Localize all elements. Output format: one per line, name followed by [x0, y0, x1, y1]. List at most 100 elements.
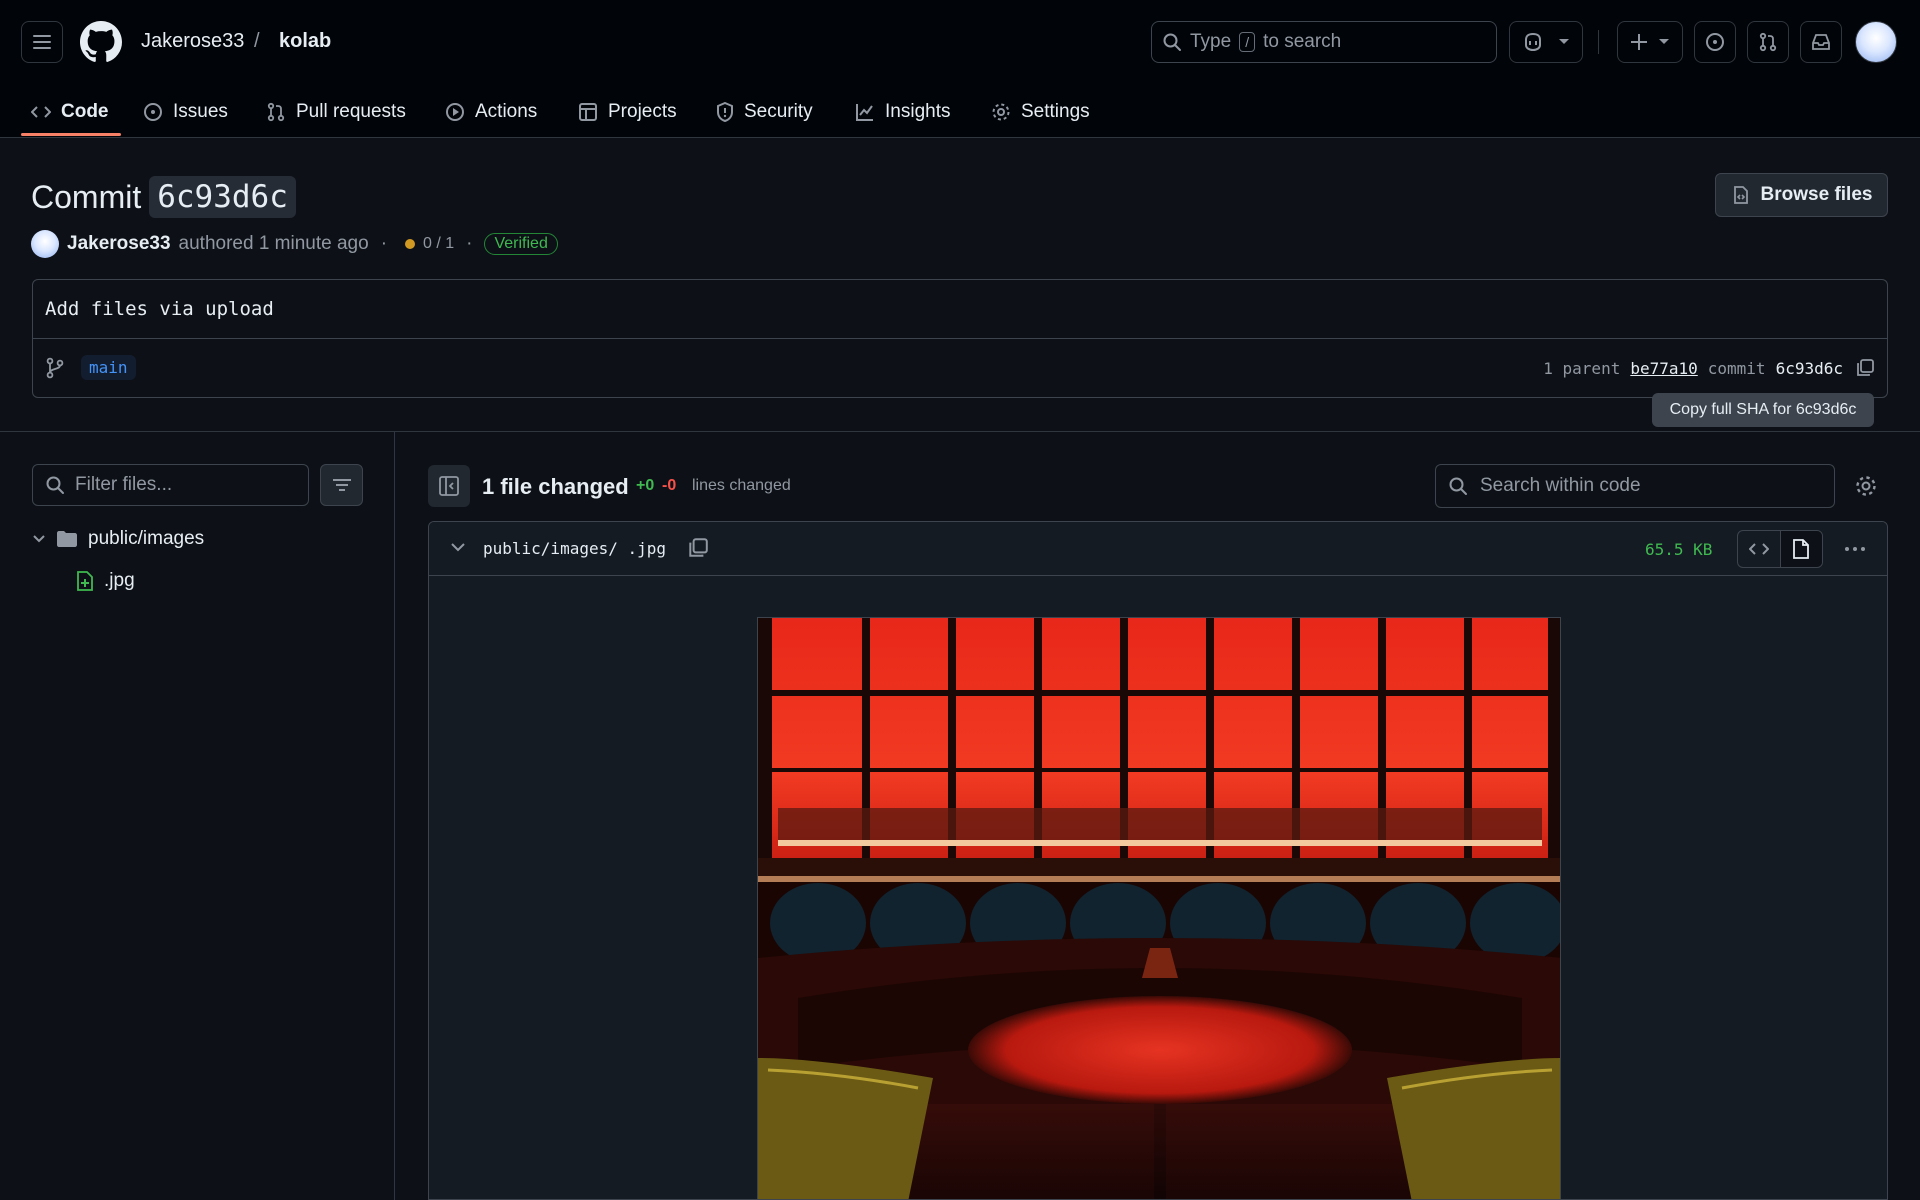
github-logo-icon[interactable]: [80, 21, 122, 63]
tab-label: Security: [744, 100, 813, 122]
parent-sha-link[interactable]: be77a10: [1630, 359, 1697, 378]
source-view-button[interactable]: [1738, 531, 1780, 567]
copilot-button[interactable]: [1509, 21, 1583, 63]
graph-icon: [856, 103, 873, 121]
tab-insights[interactable]: Insights: [855, 85, 950, 138]
file-size: 65.5 KB: [1645, 540, 1713, 559]
page-title: Commit 6c93d6c: [31, 176, 296, 218]
search-suffix: to search: [1263, 31, 1342, 52]
code-search-placeholder: Search within code: [1480, 475, 1641, 496]
commit-label: commit: [1707, 359, 1766, 378]
tab-settings[interactable]: Settings: [991, 85, 1090, 138]
search-icon: [46, 476, 64, 494]
search-icon: [1163, 33, 1181, 51]
chevron-down-icon[interactable]: [449, 540, 467, 554]
chevron-down-icon: [1659, 39, 1669, 44]
tab-label: Settings: [1021, 100, 1090, 122]
file-diff-header: public/images/ .jpg 65.5 KB: [429, 522, 1887, 576]
commit-meta: Jakerose33 authored 1 minute ago · 0 / 1…: [31, 229, 558, 259]
commit-message: Add files via upload: [45, 298, 274, 320]
parent-info: 1 parent be77a10 commit 6c93d6c: [1543, 359, 1843, 378]
menu-button[interactable]: [21, 21, 63, 63]
commit-title-prefix: Commit: [31, 178, 142, 215]
chevron-down-icon: [1559, 39, 1569, 44]
search-icon: [1449, 477, 1467, 495]
copy-sha-tooltip: Copy full SHA for 6c93d6c: [1652, 393, 1874, 427]
tab-issues[interactable]: Issues: [143, 85, 228, 138]
lines-changed-label: lines changed: [692, 477, 791, 494]
meta-dot-2: ·: [466, 233, 473, 254]
tab-code[interactable]: Code: [31, 85, 109, 138]
global-search-input[interactable]: Type / to search: [1151, 21, 1497, 63]
tree-directory[interactable]: public/images: [32, 524, 204, 554]
gear-icon: [992, 103, 1010, 120]
commit-sha-chip: 6c93d6c: [149, 176, 296, 218]
file-added-icon: [77, 571, 93, 591]
verified-badge[interactable]: Verified: [484, 233, 558, 255]
section-divider: [0, 431, 1920, 432]
issues-button[interactable]: [1694, 21, 1736, 63]
repo-header: Jakerose33 / kolab Type / to search Code…: [0, 0, 1920, 138]
rich-view-button[interactable]: [1779, 531, 1822, 567]
browse-files-button[interactable]: Browse files: [1715, 173, 1888, 217]
copy-icon[interactable]: [687, 537, 709, 559]
tab-projects[interactable]: Projects: [578, 85, 677, 138]
breadcrumb-owner[interactable]: Jakerose33: [141, 30, 244, 53]
copy-icon[interactable]: [1855, 358, 1875, 378]
issue-opened-icon: [1706, 33, 1724, 51]
code-icon: [31, 105, 51, 118]
active-tab-indicator: [21, 133, 121, 136]
status-pending-icon: [405, 239, 416, 249]
folder-icon: [57, 531, 77, 547]
git-pull-request-icon: [267, 102, 285, 121]
file-path[interactable]: public/images/ .jpg: [483, 539, 666, 558]
pull-requests-button[interactable]: [1747, 21, 1789, 63]
additions-count: +0: [636, 477, 655, 494]
issue-opened-icon: [144, 102, 162, 121]
hamburger-icon: [33, 35, 51, 49]
inbox-button[interactable]: [1800, 21, 1842, 63]
author-avatar[interactable]: [31, 230, 59, 258]
filter-files-input[interactable]: Filter files...: [32, 464, 309, 506]
tab-label: Actions: [475, 100, 538, 122]
table-icon: [579, 102, 597, 121]
git-branch-icon: [46, 357, 64, 379]
plus-icon: [1631, 34, 1647, 50]
files-changed-summary: 1 file changed: [482, 474, 629, 499]
tab-label: Insights: [885, 100, 951, 122]
directory-name: public/images: [88, 528, 205, 549]
breadcrumb-repo[interactable]: kolab: [279, 30, 331, 53]
sidebar-divider: [394, 432, 395, 1200]
play-icon: [446, 102, 464, 121]
tab-label: Issues: [173, 100, 228, 122]
file-diff-body: [429, 576, 1887, 1199]
tab-pull-requests[interactable]: Pull requests: [266, 85, 406, 138]
view-mode-toggle: [1737, 530, 1823, 568]
tab-label: Code: [61, 100, 109, 122]
header-divider: [1598, 30, 1599, 54]
divider: [33, 338, 1887, 339]
filter-icon: [332, 479, 351, 491]
chevron-down-icon: [33, 535, 45, 543]
shield-icon: [717, 101, 733, 122]
tab-security[interactable]: Security: [716, 85, 813, 138]
checks-count[interactable]: 0 / 1: [423, 235, 454, 253]
file-diff-card: public/images/ .jpg 65.5 KB: [428, 521, 1888, 1200]
tab-actions[interactable]: Actions: [445, 85, 537, 138]
right-gutter: [1841, 576, 1887, 1199]
search-within-code-input[interactable]: Search within code: [1435, 464, 1835, 508]
toggle-file-tree-button[interactable]: [428, 465, 470, 507]
tree-file[interactable]: .jpg: [76, 566, 135, 596]
user-avatar[interactable]: [1855, 21, 1897, 63]
kebab-horizontal-icon[interactable]: [1843, 539, 1867, 559]
sidebar-collapse-icon: [439, 476, 459, 496]
commit-sha: 6c93d6c: [1775, 359, 1843, 378]
parent-label: 1 parent: [1543, 359, 1621, 378]
gear-icon[interactable]: [1854, 474, 1878, 498]
commit-author[interactable]: Jakerose33: [67, 233, 171, 255]
browse-files-label: Browse files: [1760, 184, 1873, 205]
create-new-button[interactable]: [1617, 21, 1683, 63]
search-shortcut-key: /: [1239, 32, 1256, 52]
filter-options-button[interactable]: [320, 464, 363, 506]
branch-label[interactable]: main: [81, 355, 136, 380]
